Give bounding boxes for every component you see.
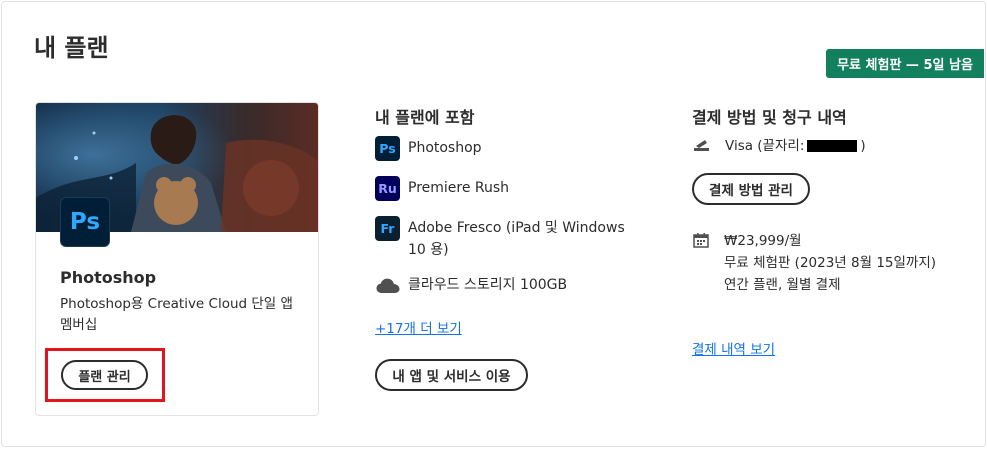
calendar-icon [693, 233, 709, 248]
billing-details: ₩23,999/월 무료 체험판 (2023년 8월 15일까지) 연간 플랜,… [724, 230, 936, 296]
billing-details-row: ₩23,999/월 무료 체험판 (2023년 8월 15일까지) 연간 플랜,… [693, 230, 936, 296]
payment-card-text: Visa (끝자리:) [725, 136, 866, 157]
see-more-apps-link[interactable]: +17개 더 보기 [375, 317, 462, 337]
included-app-item: Fr Adobe Fresco (iPad 및 Windows 10 용) [375, 216, 638, 261]
credit-card-icon [694, 140, 709, 151]
included-app-item: Ps Photoshop [375, 136, 482, 161]
included-app-label: Premiere Rush [408, 180, 510, 196]
trial-period-text: 무료 체험판 (2023년 8월 15일까지) [724, 255, 937, 271]
highlight-annotation [45, 348, 165, 402]
included-app-item: Ru Premiere Rush [375, 176, 509, 201]
trial-status-badge: 무료 체험판 — 5일 남음 [826, 49, 984, 78]
cloud-storage-item: 클라우드 스토리지 100GB [375, 273, 567, 298]
redacted-card-number [807, 140, 858, 152]
included-app-label: Adobe Fresco (iPad 및 Windows 10 용) [408, 220, 625, 258]
billing-history-link[interactable]: 결제 내역 보기 [692, 338, 775, 358]
cloud-icon [375, 273, 400, 298]
use-apps-services-button[interactable]: 내 앱 및 서비스 이용 [375, 359, 528, 391]
cloud-storage-label: 클라우드 스토리지 100GB [408, 277, 568, 293]
included-app-label: Photoshop [408, 140, 482, 156]
card-suffix: ) [860, 138, 866, 154]
photoshop-icon: Ps [375, 136, 400, 161]
manage-payment-button[interactable]: 결제 방법 관리 [692, 173, 810, 205]
payment-card-row: Visa (끝자리:) [693, 136, 866, 157]
card-prefix: Visa (끝자리: [725, 138, 805, 154]
plan-type-text: 연간 플랜, 월별 결제 [724, 277, 841, 293]
page-title: 내 플랜 [34, 34, 109, 62]
premiere-rush-icon: Ru [375, 176, 400, 201]
plan-description: Photoshop용 Creative Cloud 단일 앱 멤버십 [60, 296, 293, 333]
photoshop-app-icon: Ps [60, 197, 110, 247]
included-section-title: 내 플랜에 포함 [375, 108, 475, 127]
fresco-icon: Fr [375, 216, 400, 241]
billing-section-title: 결제 방법 및 청구 내역 [692, 108, 847, 127]
plan-name: Photoshop [60, 268, 157, 287]
price-text: ₩23,999/월 [724, 233, 802, 249]
